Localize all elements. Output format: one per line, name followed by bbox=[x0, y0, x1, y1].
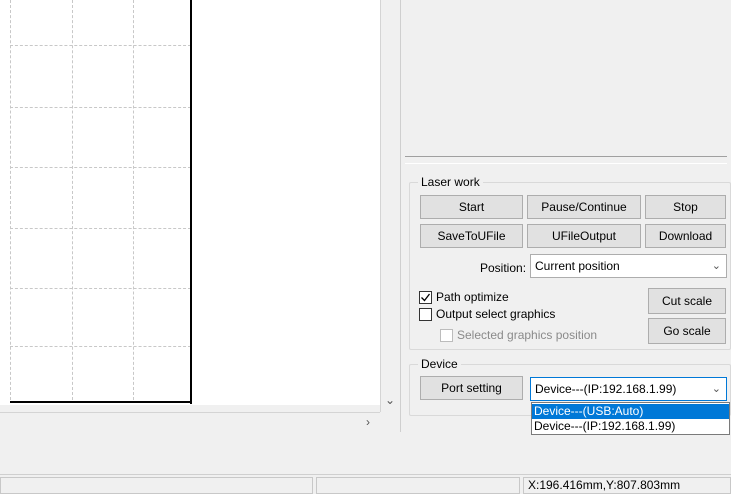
device-option-ip[interactable]: Device---(IP:192.168.1.99) bbox=[532, 419, 729, 434]
chevron-down-icon: ⌄ bbox=[711, 383, 721, 395]
pause-continue-button[interactable]: Pause/Continue bbox=[527, 195, 641, 219]
path-optimize-checkbox[interactable] bbox=[419, 291, 432, 304]
download-button[interactable]: Download bbox=[645, 224, 726, 248]
status-coords: X:196.416mm,Y:807.803mm bbox=[523, 477, 731, 494]
horizontal-scrollbar[interactable]: › bbox=[0, 412, 380, 430]
position-select[interactable]: Current position ⌄ bbox=[530, 254, 727, 278]
grid-line bbox=[10, 228, 191, 229]
start-button[interactable]: Start bbox=[420, 195, 523, 219]
grid-line bbox=[72, 0, 73, 400]
grid-line bbox=[133, 0, 134, 400]
stop-button[interactable]: Stop bbox=[645, 195, 726, 219]
device-selected-value: Device---(IP:192.168.1.99) bbox=[535, 382, 677, 396]
device-select[interactable]: Device---(IP:192.168.1.99) ⌄ bbox=[530, 377, 727, 401]
drawing-canvas[interactable] bbox=[0, 0, 380, 405]
grid-line bbox=[10, 0, 11, 400]
chevron-down-icon[interactable]: ⌄ bbox=[385, 393, 395, 407]
device-title: Device bbox=[418, 357, 461, 371]
status-cell-1 bbox=[0, 477, 313, 494]
page-border-right bbox=[190, 0, 192, 404]
port-setting-button[interactable]: Port setting bbox=[420, 376, 523, 400]
status-cell-2 bbox=[316, 477, 520, 494]
grid-line bbox=[10, 45, 191, 46]
go-scale-button[interactable]: Go scale bbox=[648, 318, 726, 344]
device-option-usb[interactable]: Device---(USB:Auto) bbox=[532, 404, 729, 419]
chevron-right-icon[interactable]: › bbox=[366, 415, 370, 429]
position-label: Position: bbox=[480, 261, 527, 275]
output-select-graphics-checkbox[interactable] bbox=[419, 308, 432, 321]
status-bar: X:196.416mm,Y:807.803mm bbox=[0, 474, 731, 494]
output-select-graphics-label: Output select graphics bbox=[436, 307, 556, 321]
device-dropdown-list[interactable]: Device---(USB:Auto) Device---(IP:192.168… bbox=[531, 402, 730, 435]
vertical-scrollbar[interactable]: ⌄ bbox=[380, 0, 398, 412]
page-border-bottom bbox=[10, 401, 192, 403]
panel-splitter[interactable] bbox=[405, 156, 727, 164]
grid-line bbox=[10, 167, 191, 168]
grid-line bbox=[10, 288, 191, 289]
selected-graphics-position-label: Selected graphics position bbox=[457, 328, 598, 342]
grid-line bbox=[10, 107, 191, 108]
save-to-ufile-button[interactable]: SaveToUFile bbox=[420, 224, 523, 248]
laser-work-title: Laser work bbox=[418, 175, 483, 189]
grid-line bbox=[10, 346, 191, 347]
position-value: Current position bbox=[535, 259, 620, 273]
selected-graphics-position-checkbox bbox=[440, 329, 453, 342]
path-optimize-label: Path optimize bbox=[436, 290, 509, 304]
checkmark-icon bbox=[421, 293, 431, 302]
cut-scale-button[interactable]: Cut scale bbox=[648, 288, 726, 314]
ufile-output-button[interactable]: UFileOutput bbox=[527, 224, 641, 248]
chevron-down-icon: ⌄ bbox=[711, 260, 721, 272]
